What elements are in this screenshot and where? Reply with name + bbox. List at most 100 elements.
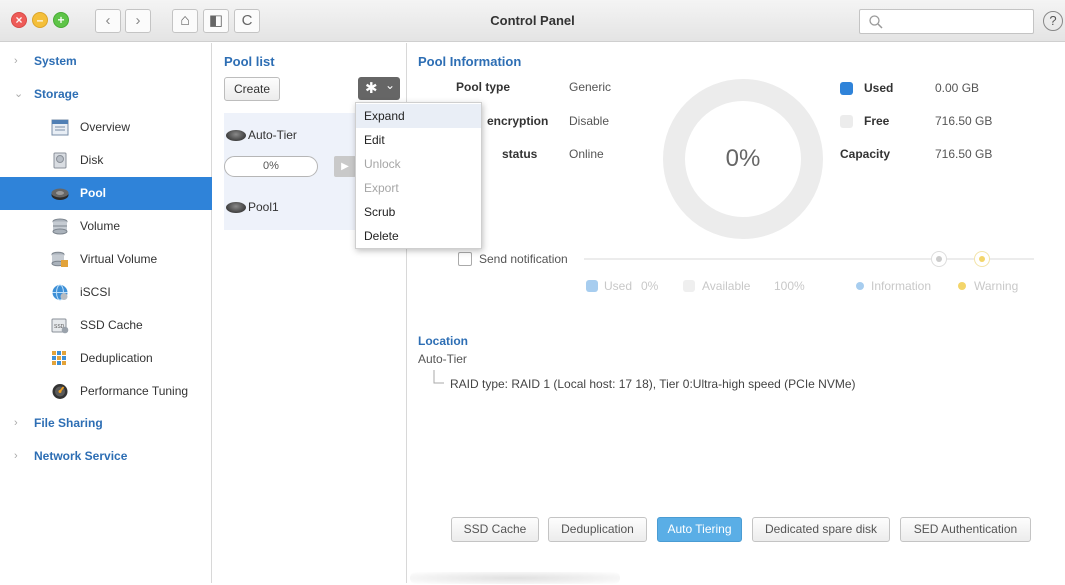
sidebar-group-system[interactable]: › System — [0, 45, 212, 78]
usage-percent: 0% — [725, 145, 761, 172]
search-input[interactable] — [859, 9, 1034, 34]
pool-list-item-auto-tier[interactable]: Auto-Tier — [226, 125, 297, 145]
pool-list-heading: Pool list — [224, 54, 275, 69]
menu-item-expand[interactable]: Expand — [356, 104, 481, 128]
warning-threshold-handle[interactable] — [974, 251, 990, 267]
sidebar-group-label: Storage — [34, 87, 79, 101]
free-legend-swatch — [840, 115, 853, 128]
pool-type-value: Generic — [569, 80, 612, 94]
disk-icon — [53, 152, 67, 169]
status-label: status — [502, 147, 538, 161]
used-value: 0.00 GB — [935, 81, 980, 95]
help-icon: ? — [1049, 13, 1057, 28]
menu-item-unlock: Unlock — [364, 157, 401, 171]
pool-name: Pool1 — [248, 200, 279, 214]
status-value: Online — [569, 147, 604, 161]
play-button[interactable]: ▶ — [334, 156, 356, 177]
used-legend-swatch — [840, 82, 853, 95]
notification-threshold-track — [584, 258, 934, 260]
tab-auto-tiering[interactable]: Auto Tiering — [657, 517, 742, 542]
sidebar: › System ⌄ Storage Overview Disk Pool Vo… — [0, 43, 212, 583]
threshold-available-label: Available — [702, 279, 751, 293]
sidebar-item-label: Volume — [80, 219, 121, 233]
pool-type-label: Pool type — [456, 80, 511, 94]
free-label: Free — [864, 114, 890, 128]
location-heading: Location — [418, 334, 468, 348]
location-pool-name: Auto-Tier — [418, 352, 467, 366]
menu-item-delete[interactable]: Delete — [356, 224, 481, 248]
tab-dedicated-spare-disk[interactable]: Dedicated spare disk — [752, 517, 890, 542]
sidebar-item-ssd-cache[interactable]: SSD SSD Cache — [0, 309, 212, 342]
sidebar-group-label: Network Service — [34, 449, 128, 463]
sidebar-item-volume[interactable]: Volume — [0, 210, 212, 243]
tab-deduplication[interactable]: Deduplication — [548, 517, 647, 542]
information-threshold-handle[interactable] — [931, 251, 947, 267]
help-button[interactable]: ? — [1043, 11, 1063, 31]
available-threshold-swatch — [683, 280, 695, 292]
ssd-cache-icon: SSD — [51, 318, 69, 334]
sidebar-item-label: Deduplication — [80, 351, 153, 365]
tab-sed-authentication[interactable]: SED Authentication — [900, 517, 1031, 542]
pool-actions-menu: Expand Edit Unlock Export Scrub Delete — [355, 102, 482, 249]
pool-information-panel: Pool Information Pool type Generic encry… — [408, 43, 1065, 583]
sidebar-item-overview[interactable]: Overview — [0, 111, 212, 144]
chevron-down-icon: ⌄ — [14, 88, 24, 100]
used-threshold-swatch — [586, 280, 598, 292]
create-pool-button[interactable]: Create — [224, 77, 280, 101]
sidebar-item-label: Disk — [80, 153, 104, 167]
warning-dot — [958, 282, 966, 290]
chevron-right-icon: › — [14, 417, 18, 429]
overview-icon — [51, 119, 69, 136]
raid-detail: RAID type: RAID 1 (Local host: 17 18), T… — [450, 377, 856, 391]
send-notification-label: Send notification — [479, 252, 568, 266]
information-label: Information — [871, 279, 932, 293]
free-value: 716.50 GB — [935, 114, 993, 128]
pool-list-item-pool1[interactable]: Pool1 — [226, 197, 279, 217]
title-bar: × – + ‹ › ⌂ ◧ C Control Panel ? — [0, 0, 1065, 42]
virtual-volume-icon — [51, 251, 68, 267]
encryption-label: encryption — [487, 114, 549, 128]
sidebar-item-virtual-volume[interactable]: Virtual Volume — [0, 243, 212, 276]
menu-item-edit[interactable]: Edit — [356, 128, 481, 152]
sidebar-item-label: Performance Tuning — [80, 384, 189, 398]
sidebar-item-pool[interactable]: Pool — [0, 177, 212, 210]
sidebar-item-performance-tuning[interactable]: Performance Tuning — [0, 375, 212, 408]
threshold-used-percent: 0% — [641, 279, 659, 293]
scroll-shadow — [410, 572, 620, 584]
threshold-available-percent: 100% — [774, 279, 805, 293]
capacity-value: 716.50 GB — [935, 147, 993, 161]
iscsi-icon — [52, 284, 68, 301]
sidebar-group-label: System — [34, 54, 77, 68]
sidebar-group-storage[interactable]: ⌄ Storage — [0, 78, 212, 111]
threshold-used-label: Used — [604, 279, 633, 293]
chevron-right-icon: › — [14, 450, 18, 462]
pool-name: Auto-Tier — [248, 128, 297, 142]
send-notification-checkbox[interactable] — [458, 252, 472, 266]
encryption-value: Disable — [569, 114, 610, 128]
deduplication-icon — [52, 351, 66, 365]
sidebar-group-file-sharing[interactable]: › File Sharing — [0, 407, 212, 440]
pool-progress-bar: 0% — [224, 156, 318, 177]
menu-item-scrub[interactable]: Scrub — [356, 200, 481, 224]
sidebar-item-label: Pool — [80, 186, 106, 200]
chevron-down-icon: ⌄ — [385, 78, 396, 92]
warning-label: Warning — [974, 279, 1019, 293]
sidebar-item-disk[interactable]: Disk — [0, 144, 212, 177]
tab-ssd-cache[interactable]: SSD Cache — [451, 517, 539, 542]
pool-icon — [226, 130, 246, 141]
sidebar-item-label: Virtual Volume — [80, 252, 158, 266]
capacity-label: Capacity — [840, 147, 891, 161]
performance-tuning-icon — [52, 384, 68, 399]
tree-connector-icon — [433, 370, 444, 384]
pool-information-heading: Pool Information — [418, 54, 522, 69]
sidebar-group-network-service[interactable]: › Network Service — [0, 440, 212, 473]
pool-actions-button[interactable]: ✱ ⌄ — [358, 77, 400, 100]
sidebar-item-iscsi[interactable]: iSCSI — [0, 276, 212, 309]
sidebar-item-label: iSCSI — [80, 285, 111, 299]
pool-icon — [226, 202, 246, 213]
information-dot — [856, 282, 864, 290]
used-label: Used — [864, 81, 894, 95]
sidebar-item-label: Overview — [80, 120, 131, 134]
play-icon: ▶ — [341, 161, 349, 172]
sidebar-item-deduplication[interactable]: Deduplication — [0, 342, 212, 375]
